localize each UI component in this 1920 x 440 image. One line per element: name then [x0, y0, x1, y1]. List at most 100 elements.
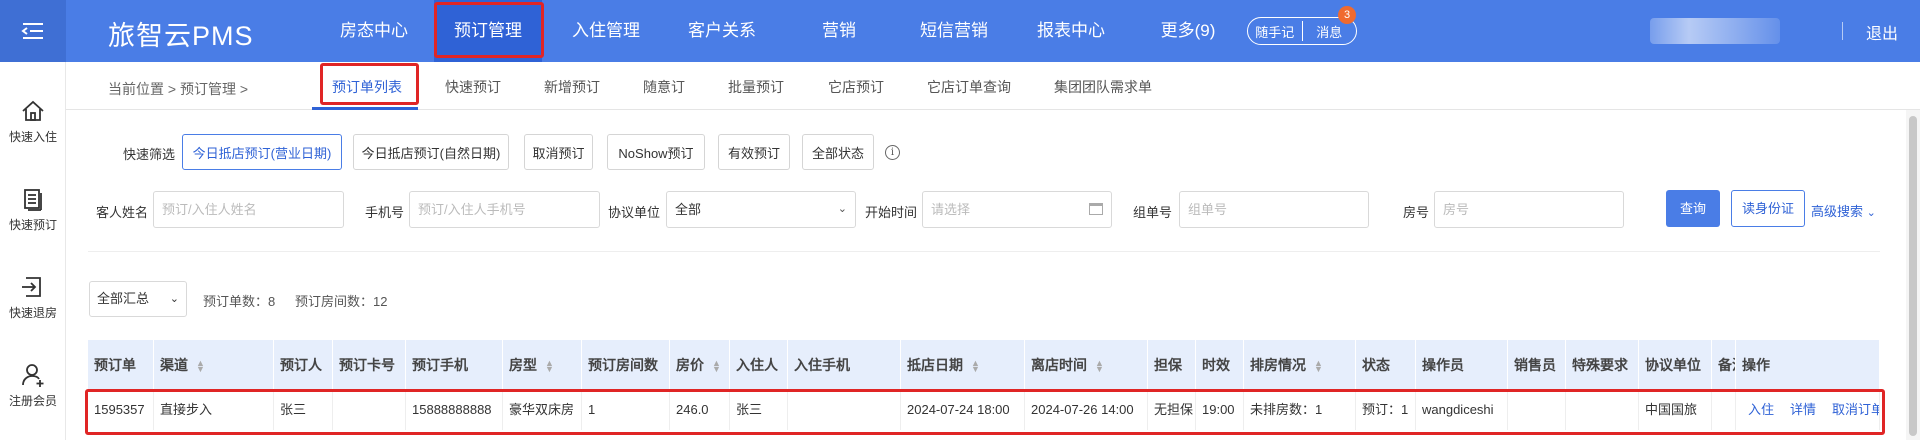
cancel-order-action[interactable]: 取消订单 [1832, 402, 1879, 417]
brand-logo: 旅智云PMS [108, 21, 254, 51]
cell-guarantee: 无担保 [1148, 390, 1196, 430]
col-agreement: 协议单位 [1639, 340, 1712, 390]
col-validity: 时效 [1196, 340, 1244, 390]
col-room-assign-label: 排房情况 [1250, 357, 1306, 373]
order-count: 预订单数：8 [203, 294, 276, 309]
details-action[interactable]: 详情 [1790, 402, 1816, 417]
col-special-request: 特殊要求 [1566, 340, 1639, 390]
start-time-input[interactable]: 请选择 [922, 191, 1112, 228]
col-room-type[interactable]: 房型 ▲ ▼ [503, 340, 582, 390]
tab-new-booking[interactable]: 新增预订 [544, 77, 600, 97]
sidebar-item-label: 注册会员 [8, 394, 57, 408]
nav-item-crm[interactable]: 客户关系 [668, 0, 776, 62]
tab-other-store-query[interactable]: 它店订单查询 [927, 77, 1011, 97]
info-icon[interactable]: i [885, 145, 900, 160]
col-room-count: 预订房间数 [582, 340, 670, 390]
top-bar: 旅智云PMS 房态中心 预订管理 入住管理 客户关系 营销 短信营销 报表中心 … [0, 0, 1920, 62]
nav-item-reservations[interactable]: 预订管理 [434, 0, 542, 62]
phone-input[interactable]: 预订/入住人手机号 [409, 191, 600, 228]
summary-select[interactable]: 全部汇总 ⌄ [89, 281, 187, 317]
search-button[interactable]: 查询 [1666, 190, 1720, 227]
sidebar-item-register-member[interactable]: 注册会员 [0, 362, 66, 409]
agreement-label: 协议单位 [608, 205, 661, 220]
col-phone: 预订手机 [406, 340, 503, 390]
nav-item-room-status[interactable]: 房态中心 [320, 0, 428, 62]
col-room-assign[interactable]: 排房情况 ▲ ▼ [1244, 340, 1356, 390]
filter-noshow[interactable]: NoShow预订 [607, 134, 705, 170]
col-operator: 操作员 [1416, 340, 1508, 390]
sort-icon: ▲ ▼ [196, 358, 205, 375]
cell-guest-phone [788, 390, 901, 430]
user-avatar[interactable] [1650, 18, 1780, 44]
tabs-row: 当前位置 > 预订管理 > 预订单列表 快速预订 新增预订 随意订 批量预订 它… [66, 62, 1920, 110]
cell-price: 246.0 [670, 390, 730, 430]
room-no-input[interactable]: 房号 [1434, 191, 1624, 228]
nav-item-more[interactable]: 更多(9) [1134, 0, 1242, 62]
filter-cancelled[interactable]: 取消预订 [524, 134, 593, 170]
advanced-search-link[interactable]: 高级搜索 ⌄ [1811, 201, 1876, 220]
col-card-no: 预订卡号 [333, 340, 406, 390]
tab-casual-booking[interactable]: 随意订 [643, 77, 685, 97]
col-guest: 入住人 [730, 340, 788, 390]
nav-item-checkin[interactable]: 入住管理 [552, 0, 660, 62]
cell-salesperson [1508, 390, 1566, 430]
agreement-select[interactable]: 全部 ⌄ [666, 191, 856, 228]
col-price[interactable]: 房价 ▲ ▼ [670, 340, 730, 390]
top-divider [1842, 22, 1843, 40]
sidebar-item-quick-checkout[interactable]: 快速退房 [0, 274, 66, 321]
tab-batch-booking[interactable]: 批量预订 [728, 77, 784, 97]
cell-channel: 直接步入 [154, 390, 274, 430]
cell-phone: 15888888888 [406, 390, 503, 430]
sort-icon: ▲ ▼ [1095, 358, 1104, 375]
sort-icon: ▲ ▼ [1314, 358, 1323, 375]
cell-actions: 入住 详情 取消订单 [1736, 390, 1880, 430]
nav-item-sms[interactable]: 短信营销 [900, 0, 1008, 62]
tab-reservation-list[interactable]: 预订单列表 [332, 77, 402, 97]
col-departure-time[interactable]: 离店时间 ▲ ▼ [1025, 340, 1148, 390]
col-arrival-date-label: 抵店日期 [907, 357, 963, 373]
sidebar-item-quick-checkin[interactable]: 快速入住 [0, 98, 66, 145]
col-arrival-date[interactable]: 抵店日期 ▲ ▼ [901, 340, 1025, 390]
col-guarantee: 担保 [1148, 340, 1196, 390]
guest-name-input[interactable]: 预订/入住人姓名 [153, 191, 344, 228]
logout-link[interactable]: 退出 [1866, 20, 1898, 44]
document-icon [24, 189, 42, 211]
sort-icon: ▲ ▼ [712, 358, 721, 375]
read-id-button[interactable]: 读身份证 [1731, 190, 1805, 227]
sidebar-item-label: 快速退房 [8, 306, 57, 320]
scrollbar-thumb[interactable] [1909, 116, 1917, 436]
phone-label: 手机号 [365, 205, 405, 220]
checkin-action[interactable]: 入住 [1748, 402, 1774, 417]
memo-button[interactable]: 随手记 [1248, 22, 1302, 41]
filter-all-status[interactable]: 全部状态 [802, 134, 874, 170]
cell-special-request [1566, 390, 1639, 430]
col-channel-label: 渠道 [160, 357, 188, 373]
col-booker: 预订人 [274, 340, 333, 390]
col-room-type-label: 房型 [509, 357, 537, 373]
chevron-down-icon: ⌄ [837, 203, 847, 215]
breadcrumb: 当前位置 > 预订管理 > [108, 81, 249, 97]
sidebar-item-quick-booking[interactable]: 快速预订 [0, 186, 66, 233]
cell-arrival-date: 2024-07-24 18:00 [901, 390, 1025, 430]
nav-item-reports[interactable]: 报表中心 [1017, 0, 1125, 62]
menu-toggle-icon[interactable] [0, 0, 66, 62]
summary-select-value: 全部汇总 [97, 291, 150, 306]
tab-quick-booking[interactable]: 快速预订 [445, 77, 501, 97]
advanced-search-label: 高级搜索 [1811, 204, 1864, 219]
home-icon [22, 100, 44, 121]
filter-today-arrival-business[interactable]: 今日抵店预订(营业日期) [182, 134, 342, 170]
table-row: 1595357 直接步入 张三 15888888888 豪华双床房 1 246.… [88, 390, 1880, 430]
messages-button[interactable]: 消息 [1303, 22, 1357, 41]
nav-item-marketing[interactable]: 营销 [785, 0, 893, 62]
tab-group-demand[interactable]: 集团团队需求单 [1054, 77, 1152, 97]
col-channel[interactable]: 渠道 ▲ ▼ [154, 340, 274, 390]
tab-other-store-booking[interactable]: 它店预订 [828, 77, 884, 97]
cell-booker: 张三 [274, 390, 333, 430]
sidebar-item-label: 快速预订 [8, 218, 57, 232]
filter-today-arrival-natural[interactable]: 今日抵店预订(自然日期) [353, 134, 509, 170]
cell-order-no: 1595357 [88, 390, 154, 430]
group-no-input[interactable]: 组单号 [1179, 191, 1369, 228]
sort-icon: ▲ ▼ [545, 358, 554, 375]
col-status: 状态 [1356, 340, 1416, 390]
filter-valid[interactable]: 有效预订 [718, 134, 790, 170]
